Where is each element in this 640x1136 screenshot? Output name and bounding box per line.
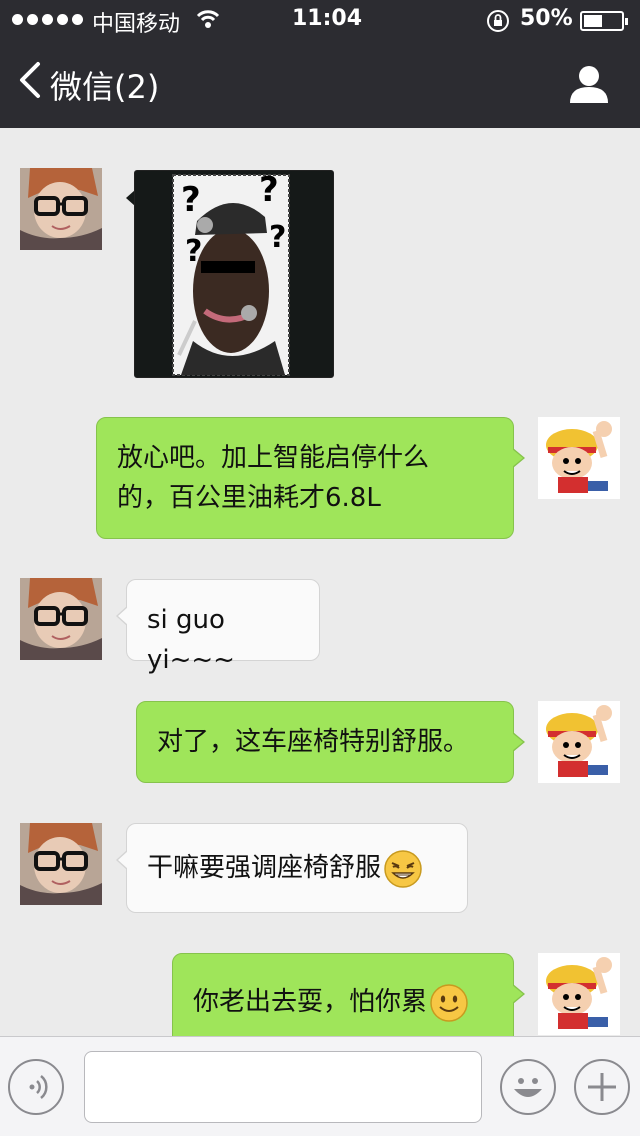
carrier-name: 中国移动 <box>92 12 181 37</box>
voice-icon <box>29 1075 48 1099</box>
smiley-icon <box>514 1078 542 1097</box>
clock: 11:04 <box>292 6 363 31</box>
status-bar: 中国移动 11:04 50% <box>0 0 640 40</box>
smile-emoji <box>430 983 468 1022</box>
my-avatar[interactable] <box>538 417 620 499</box>
message-text: 放心吧。加上智能启停什么 <box>117 443 430 473</box>
friend-avatar[interactable] <box>20 578 102 660</box>
friend-avatar[interactable] <box>20 823 102 905</box>
svg-text:?: ? <box>185 234 202 269</box>
rotation-lock-icon <box>487 10 509 32</box>
message-text: si guo yi~~~ <box>147 605 235 675</box>
message-text: 干嘛要强调座椅舒服 <box>147 853 382 883</box>
emoji-button[interactable] <box>500 1059 556 1115</box>
grin-emoji <box>384 849 422 888</box>
plus-icon <box>588 1073 616 1101</box>
my-avatar[interactable] <box>538 701 620 783</box>
person-icon[interactable] <box>568 64 610 104</box>
svg-text:?: ? <box>269 220 286 255</box>
battery-icon <box>580 11 628 31</box>
input-bar <box>0 1036 640 1136</box>
message-input[interactable] <box>84 1051 482 1123</box>
chat-area[interactable]: ? ? ? ? 放心吧。加上智能启停什么 的，百公里油耗才6.8L si guo… <box>0 128 640 1036</box>
signal-strength-icon <box>12 14 83 25</box>
message-text: 你老出去耍，怕你累 <box>193 987 428 1017</box>
battery-percent: 50% <box>520 6 573 31</box>
svg-text:?: ? <box>181 180 201 220</box>
my-avatar[interactable] <box>538 953 620 1035</box>
page-title[interactable]: 微信(2) <box>50 62 159 108</box>
message-bubble-sent[interactable]: 放心吧。加上智能启停什么 的，百公里油耗才6.8L <box>96 417 525 539</box>
wifi-icon <box>196 10 220 28</box>
message-bubble-received[interactable]: 干嘛要强调座椅舒服 <box>116 823 468 913</box>
friend-avatar[interactable] <box>20 168 102 250</box>
message-bubble-sent[interactable]: 你老出去耍，怕你累 <box>172 953 525 1036</box>
message-text: 的，百公里油耗才6.8L <box>117 483 381 513</box>
message-bubble-sent[interactable]: 对了，这车座椅特别舒服。 <box>136 701 525 783</box>
message-bubble-received[interactable]: si guo yi~~~ <box>116 579 320 675</box>
chevron-left-icon[interactable] <box>16 60 42 100</box>
message-text: 对了，这车座椅特别舒服。 <box>157 727 470 757</box>
voice-button[interactable] <box>8 1059 64 1115</box>
top-bar: 中国移动 11:04 50% 微信(2) <box>0 0 640 128</box>
add-button[interactable] <box>574 1059 630 1115</box>
image-message[interactable]: ? ? ? ? <box>134 170 334 378</box>
svg-text:?: ? <box>259 171 279 210</box>
